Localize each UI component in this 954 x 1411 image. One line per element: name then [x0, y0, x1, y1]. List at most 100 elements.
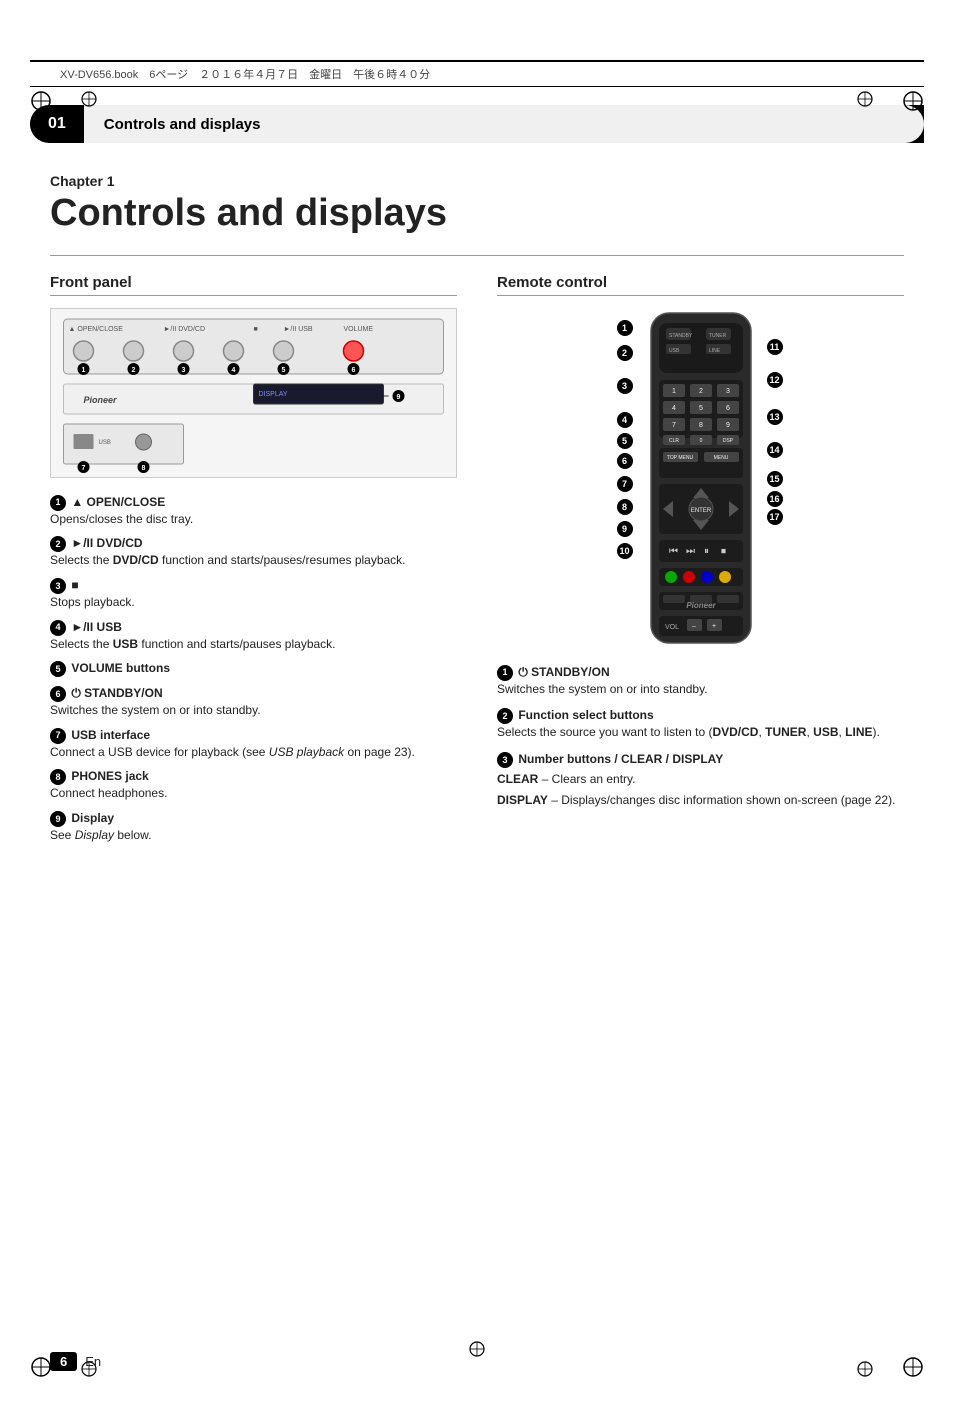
svg-text:5: 5: [699, 405, 703, 412]
remote-svg: STANDBY TUNER USB LINE 1 2 3: [641, 308, 761, 648]
list-item: 8 PHONES jack Connect headphones.: [50, 768, 457, 802]
reg-mark-tl2: [80, 90, 98, 111]
page-lang: En: [85, 1354, 101, 1369]
svg-text:USB: USB: [669, 348, 680, 354]
svg-text:7: 7: [82, 465, 86, 472]
svg-text:3: 3: [182, 367, 186, 374]
right-label-17: 17: [767, 508, 785, 526]
callout-2: 2: [50, 536, 66, 552]
svg-text:TOP MENU: TOP MENU: [666, 455, 693, 461]
front-panel-section: Front panel ▲ OPEN/CLOSE ►/II DVD/CD ■ ►…: [50, 274, 457, 852]
svg-text:CLR: CLR: [668, 438, 678, 444]
svg-text:–: –: [692, 623, 696, 630]
svg-text:6: 6: [352, 367, 356, 374]
left-label-1: 1: [617, 314, 635, 342]
svg-text:⏹: ⏹: [721, 546, 726, 557]
svg-text:7: 7: [672, 422, 676, 429]
remote-right-labels: 11 12 13 14 15 16: [767, 308, 785, 526]
section-divider: [50, 255, 904, 256]
svg-text:MENU: MENU: [713, 455, 728, 461]
list-item: 5 VOLUME buttons: [50, 660, 457, 677]
list-item: 4 ►/II USB Selects the USB function and …: [50, 619, 457, 653]
svg-text:DSP: DSP: [722, 438, 733, 444]
svg-text:1: 1: [672, 388, 676, 395]
remote-left-labels: 1 2 3 4 5 6: [617, 308, 635, 562]
reg-mark-tr: [902, 90, 924, 115]
page-number: 6: [50, 1352, 77, 1371]
remote-desc-1: 1 ⏻ STANDBY/ON Switches the system on or…: [497, 664, 904, 698]
left-label-8: 8: [617, 496, 635, 518]
list-item: 7 USB interface Connect a USB device for…: [50, 727, 457, 761]
svg-text:VOL: VOL: [665, 624, 679, 631]
front-panel-desc-list: 1 ▲ OPEN/CLOSE Opens/closes the disc tra…: [50, 494, 457, 844]
right-label-14: 14: [767, 432, 785, 468]
svg-text:5: 5: [282, 367, 286, 374]
svg-text:+: +: [711, 623, 715, 630]
svg-text:ENTER: ENTER: [690, 508, 711, 514]
main-content: Chapter 1 Controls and displays Front pa…: [50, 173, 904, 852]
callout-1: 1: [50, 495, 66, 511]
svg-text:LINE: LINE: [709, 348, 721, 354]
right-label-12: 12: [767, 358, 785, 402]
top-bar: XV-DV656.book 6ページ ２０１６年４月７日 金曜日 午後６時４０分: [30, 60, 924, 87]
list-item: 2 ►/II DVD/CD Selects the DVD/CD functio…: [50, 535, 457, 569]
svg-text:VOLUME: VOLUME: [344, 326, 374, 333]
two-col-layout: Front panel ▲ OPEN/CLOSE ►/II DVD/CD ■ ►…: [50, 274, 904, 852]
reg-mark-bl: [30, 1356, 52, 1381]
left-label-7: 7: [617, 472, 635, 496]
reg-mark-tl: [30, 90, 52, 115]
svg-text:9: 9: [397, 394, 401, 401]
left-label-6: 6: [617, 450, 635, 472]
svg-text:■: ■: [254, 326, 258, 333]
remote-control-section: Remote control 1 2 3 4: [497, 274, 904, 819]
callout-8: 8: [50, 769, 66, 785]
svg-text:►/II DVD/CD: ►/II DVD/CD: [164, 326, 206, 333]
svg-text:Pioneer: Pioneer: [686, 601, 716, 610]
svg-text:4: 4: [232, 367, 236, 374]
callout-6: 6: [50, 686, 66, 702]
left-label-2: 2: [617, 342, 635, 364]
svg-text:⏭: ⏭: [686, 546, 695, 557]
svg-text:▲ OPEN/CLOSE: ▲ OPEN/CLOSE: [69, 326, 124, 333]
svg-text:Pioneer: Pioneer: [84, 395, 118, 405]
front-panel-image: ▲ OPEN/CLOSE ►/II DVD/CD ■ ►/II USB VOLU…: [50, 308, 457, 478]
chapter-number: 01: [30, 115, 84, 133]
front-panel-svg: ▲ OPEN/CLOSE ►/II DVD/CD ■ ►/II USB VOLU…: [51, 309, 456, 478]
page-footer: 6 En: [50, 1352, 101, 1371]
chapter-label: Chapter 1: [50, 173, 904, 189]
callout-3: 3: [50, 578, 66, 594]
svg-text:USB: USB: [99, 440, 111, 446]
right-label-11: 11: [767, 336, 785, 358]
svg-text:►/II USB: ►/II USB: [284, 326, 313, 333]
svg-text:4: 4: [672, 405, 676, 412]
remote-desc-2: 2 Function select buttons Selects the so…: [497, 707, 904, 741]
svg-text:2: 2: [699, 388, 703, 395]
svg-text:DISPLAY: DISPLAY: [259, 391, 288, 398]
chapter-title-band: Controls and displays: [84, 105, 924, 143]
callout-4: 4: [50, 620, 66, 636]
remote-illustration-wrap: 1 2 3 4 5 6: [497, 308, 904, 648]
left-label-4: 4: [617, 408, 635, 432]
svg-text:3: 3: [726, 388, 730, 395]
remote-desc: 1 ⏻ STANDBY/ON Switches the system on or…: [497, 664, 904, 809]
chapter-main-title: Controls and displays: [50, 193, 904, 235]
svg-text:1: 1: [82, 367, 86, 374]
callout-9: 9: [50, 811, 66, 827]
svg-text:9: 9: [726, 422, 730, 429]
svg-text:0: 0: [699, 438, 702, 444]
remote-desc-3: 3 Number buttons / CLEAR / DISPLAY CLEAR…: [497, 751, 904, 808]
remote-control-heading: Remote control: [497, 274, 904, 296]
left-label-3: 3: [617, 364, 635, 408]
left-label-10: 10: [617, 540, 635, 562]
svg-text:8: 8: [699, 422, 703, 429]
list-item: 1 ▲ OPEN/CLOSE Opens/closes the disc tra…: [50, 494, 457, 528]
svg-text:TUNER: TUNER: [709, 333, 727, 339]
svg-text:2: 2: [132, 367, 136, 374]
chapter-band: 01 Controls and displays: [30, 105, 924, 143]
left-label-5: 5: [617, 432, 635, 450]
callout-5: 5: [50, 661, 66, 677]
left-label-9: 9: [617, 518, 635, 540]
top-bar-text: XV-DV656.book 6ページ ２０１６年４月７日 金曜日 午後６時４０分: [60, 69, 430, 81]
front-panel-heading: Front panel: [50, 274, 457, 296]
svg-text:⏮: ⏮: [669, 546, 678, 557]
